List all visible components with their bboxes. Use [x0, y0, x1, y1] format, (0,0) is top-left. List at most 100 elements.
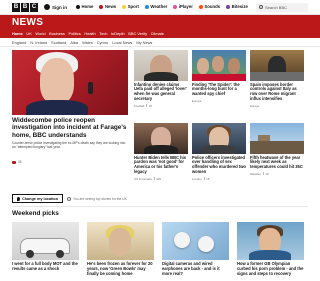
news-nav: Home UK World Business Politics Health T…	[0, 29, 320, 38]
weekend-thumbnail	[12, 222, 79, 260]
story-meta: Weather 15	[250, 172, 304, 176]
news-nav-world[interactable]: World	[35, 31, 45, 36]
weekend-picks-heading: Weekend picks	[12, 210, 59, 217]
news-nav-health[interactable]: Health	[84, 31, 95, 36]
story-card[interactable]: Infantino denies claims Uefa paid off al…	[134, 50, 188, 108]
info-icon	[67, 196, 72, 201]
microphone-icon	[88, 82, 93, 94]
story-section[interactable]: Europe	[192, 99, 201, 103]
thumbnail-wheel	[56, 250, 64, 258]
logo-letter-b1: B	[12, 3, 20, 12]
thumbnail-shoulders	[144, 72, 178, 81]
weekend-pick-title: Digital cameras and wired earphones are …	[162, 261, 220, 276]
story-card[interactable]: Finding 'The Spider': the months-long hu…	[192, 50, 246, 103]
region-nav-wales[interactable]: Wales	[82, 40, 93, 45]
region-nav-england[interactable]: England	[12, 40, 26, 45]
earphone-icon	[198, 236, 214, 252]
meta-divider	[203, 177, 205, 181]
user-icon	[44, 4, 50, 10]
story-card[interactable]: Police officers investigated over handli…	[192, 123, 246, 181]
weekend-pick-title: How a former GB Olympian curbed his porn…	[237, 261, 304, 276]
thumbnail-ground	[250, 72, 304, 81]
search-box[interactable]: Search BBC	[256, 2, 308, 12]
story-comments[interactable]: 15	[265, 172, 268, 176]
weekend-pick-card[interactable]: Digital cameras and wired earphones are …	[162, 222, 229, 276]
location-info-text: You are seeing top stories for the UK	[73, 196, 127, 201]
weekend-thumbnail	[87, 222, 154, 260]
story-card[interactable]: Hunter Biden tells BBC his pardon was 'n…	[134, 123, 188, 181]
weekend-thumbnail	[162, 222, 229, 260]
region-nav-my-news[interactable]: My News	[136, 40, 152, 45]
weekend-pick-title: He's been frozen as forever for 20 years…	[87, 261, 153, 276]
story-card[interactable]: Fifth heatwave of the year likely next w…	[250, 123, 304, 176]
news-nav-bbc-verify[interactable]: BBC Verify	[128, 31, 147, 36]
story-meta: Football 15	[134, 104, 188, 108]
story-section[interactable]: London	[192, 177, 202, 181]
thumbnail-shoulders	[202, 145, 236, 154]
weekend-pick-card[interactable]: He's been frozen as forever for 20 years…	[87, 222, 154, 276]
region-nav-ni[interactable]: N. Ireland	[30, 40, 47, 45]
global-nav-sounds[interactable]: Sounds	[198, 4, 221, 9]
meta-divider	[262, 172, 264, 176]
news-nav-climate[interactable]: Climate	[151, 31, 164, 36]
story-comments[interactable]: 15	[206, 177, 209, 181]
region-nav-alba[interactable]: Alba	[70, 40, 78, 45]
story-meta: US & Canada 125	[134, 177, 188, 181]
region-nav-cymru[interactable]: Cymru	[97, 40, 108, 45]
region-nav-local-news[interactable]: Local News	[112, 40, 132, 45]
lead-story-meta[interactable]: 35	[12, 160, 22, 164]
comment-icon	[12, 160, 16, 164]
thumbnail-ground	[250, 141, 304, 154]
thumbnail-wheel	[26, 250, 34, 258]
news-nav-home[interactable]: Home	[12, 31, 23, 36]
story-thumbnail	[134, 123, 188, 154]
global-nav-label: Sounds	[204, 4, 221, 9]
story-section[interactable]: US & Canada	[134, 177, 152, 181]
news-nav-uk[interactable]: UK	[26, 31, 31, 36]
story-title: Police officers investigated over handli…	[192, 154, 246, 174]
news-banner: NEWS	[0, 15, 320, 29]
weekend-pick-card[interactable]: How a former GB Olympian curbed his porn…	[237, 222, 304, 276]
lead-story-summary: Counter-terror police investigating the …	[12, 141, 126, 149]
global-nav-bitesize[interactable]: Bitesize	[226, 4, 248, 9]
global-nav-news[interactable]: News	[99, 4, 116, 9]
lead-comment-count: 35	[18, 160, 22, 164]
thumbnail-shoulders	[144, 145, 178, 154]
change-location-button[interactable]: Change my location	[12, 194, 64, 203]
global-nav-weather[interactable]: Weather	[144, 4, 167, 9]
meta-divider	[153, 177, 155, 181]
global-nav: Home News Sport Weather iPlayer Sounds B…	[76, 4, 248, 9]
thumbnail-flag	[192, 74, 246, 81]
story-section[interactable]: Europe	[250, 104, 259, 108]
change-location-label: Change my location	[22, 196, 59, 201]
story-comments[interactable]: 15	[149, 104, 152, 108]
weekend-pick-title: I went for a full body MOT and the resul…	[12, 261, 78, 271]
global-nav-home[interactable]: Home	[76, 4, 93, 9]
sport-icon	[122, 4, 127, 9]
bbc-logo[interactable]: B B C	[12, 3, 38, 12]
lead-story-headline[interactable]: Widdecombe police reopen investigation i…	[12, 117, 128, 139]
story-title: Spain imposes border controls against It…	[250, 81, 297, 101]
story-thumbnail	[192, 123, 246, 154]
news-nav-tech[interactable]: Tech	[99, 31, 107, 36]
region-nav-scotland[interactable]: Scotland	[51, 40, 66, 45]
news-title[interactable]: NEWS	[12, 17, 43, 28]
story-comments[interactable]: 125	[156, 177, 161, 181]
story-card[interactable]: Spain imposes border controls against It…	[250, 50, 304, 108]
story-section[interactable]: Football	[134, 104, 144, 108]
news-nav-politics[interactable]: Politics	[68, 31, 80, 36]
lead-story-image[interactable]	[12, 50, 128, 115]
story-title: Hunter Biden tells BBC his pardon was 'n…	[134, 154, 187, 174]
global-nav-label: Bitesize	[231, 4, 248, 9]
global-nav-sport[interactable]: Sport	[122, 4, 139, 9]
thumbnail-person	[109, 228, 131, 256]
news-nav-indepth[interactable]: InDepth	[111, 31, 125, 36]
earphone-icon	[174, 232, 190, 248]
sign-in-link[interactable]: Sign in	[44, 4, 67, 10]
bitesize-icon	[226, 4, 231, 9]
news-nav-business[interactable]: Business	[49, 31, 65, 36]
global-nav-iplayer[interactable]: iPlayer	[173, 4, 193, 9]
story-title: Infantino denies claims Uefa paid off al…	[134, 81, 187, 101]
story-section[interactable]: Weather	[250, 172, 261, 176]
weekend-pick-card[interactable]: I went for a full body MOT and the resul…	[12, 222, 79, 272]
